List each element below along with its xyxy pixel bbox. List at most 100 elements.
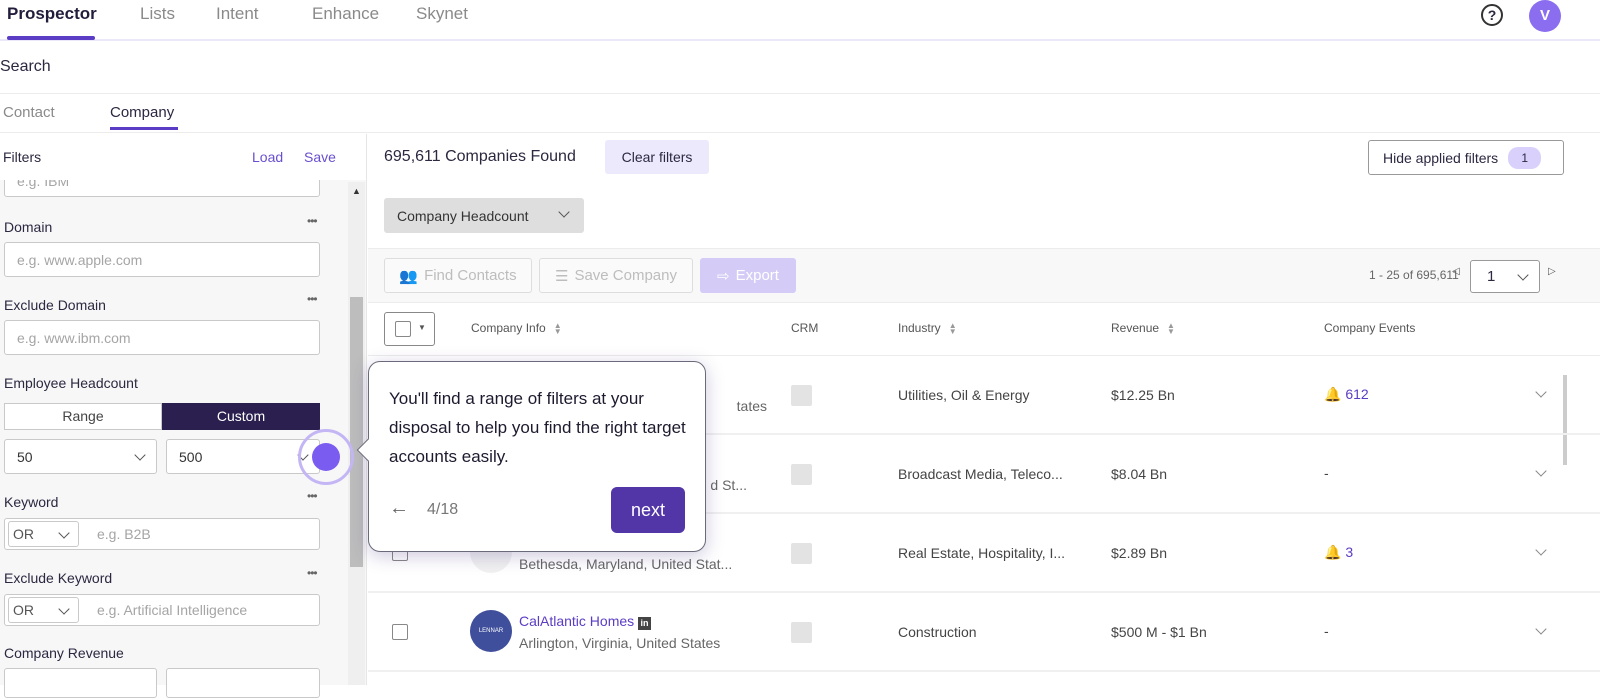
clear-filters-button[interactable]: Clear filters [605,140,709,174]
company-logo: LENNAR [470,610,512,652]
range-toggle[interactable]: Range [4,403,162,430]
domain-label: Domain [4,219,53,235]
prev-page-icon[interactable]: ◁ [1452,266,1460,277]
avatar[interactable]: V [1529,0,1561,32]
header-company-events: Company Events [1324,321,1416,335]
nav-tab-prospector[interactable]: Prospector [7,4,97,24]
revenue-cell: $8.04 Bn [1111,466,1168,482]
crm-status [791,543,812,564]
more-options-icon[interactable]: ••• [307,292,318,306]
tour-beacon[interactable] [312,443,340,471]
help-icon[interactable]: ? [1481,4,1503,26]
crm-status [791,385,812,406]
applied-count-badge: 1 [1508,146,1542,169]
save-company-button[interactable]: ☰ Save Company [539,258,693,293]
tour-next-button[interactable]: next [611,487,685,533]
scrollbar-thumb[interactable] [350,297,363,567]
sort-icon: ▲ ▼ [948,320,957,336]
company-events-cell: - [1324,623,1329,639]
headcount-label: Employee Headcount [4,375,138,391]
page-value: 1 [1487,268,1496,285]
exclude-domain-input[interactable]: e.g. www.ibm.com [4,320,320,355]
nav-tab-lists[interactable]: Lists [140,4,175,24]
revenue-cell: $2.89 Bn [1111,545,1168,561]
more-options-icon[interactable]: ••• [307,566,318,580]
keyword-operator-select[interactable]: OR [8,521,79,547]
select-all-dropdown[interactable]: ▼ [384,312,435,346]
chevron-down-icon [134,449,146,461]
subtab-underline [110,127,178,130]
company-events-cell[interactable]: 🔔 612 [1324,386,1369,403]
domain-input[interactable]: e.g. www.apple.com [4,242,320,277]
nav-tab-skynet[interactable]: Skynet [416,4,468,24]
revenue-cell: $500 M - $1 Bn [1111,624,1207,640]
tab-contact[interactable]: Contact [3,104,55,121]
hide-applied-filters-button[interactable]: Hide applied filters 1 [1368,140,1564,175]
sort-icon: ▲ ▼ [553,320,562,336]
custom-toggle[interactable]: Custom [162,403,320,430]
export-button[interactable]: ⇨ Export [700,258,796,293]
export-label: Export [735,267,779,284]
filters-title: Filters [3,149,42,165]
save-link[interactable]: Save [304,149,336,165]
header-industry[interactable]: Industry ▲ ▼ [898,321,957,335]
headcount-max-select[interactable]: 500 [166,439,320,474]
load-link[interactable]: Load [252,149,283,165]
exclude-keyword-operator-select[interactable]: OR [8,597,79,623]
keyword-label: Keyword [4,494,59,510]
header-company-info[interactable]: Company Info ▲ ▼ [471,321,562,335]
hide-filters-label: Hide applied filters [1383,149,1499,166]
scroll-up-icon[interactable]: ▲ [352,186,361,196]
company-name-input[interactable]: e.g. IBM [4,180,320,197]
tour-text: You'll find a range of filters at your d… [389,389,686,466]
nav-tab-enhance[interactable]: Enhance [312,4,379,24]
linkedin-icon: in [638,617,652,630]
revenue-min-select[interactable] [4,668,157,698]
header-crm: CRM [791,321,819,335]
sort-icon: ▲ ▼ [1167,320,1175,336]
expand-chevron-icon[interactable] [1535,623,1547,635]
revenue-cell: $12.25 Bn [1111,387,1175,403]
company-location: Bethesda, Maryland, United Stat... [519,556,733,572]
operator-value: OR [13,526,34,542]
industry-cell: Broadcast Media, Teleco... [898,466,1063,482]
active-tab-underline [7,36,95,40]
next-page-icon[interactable]: ▷ [1548,266,1556,277]
company-name-link[interactable]: CalAtlantic Homes in [519,613,652,630]
bell-alert-icon: 🔔 [1324,544,1342,560]
operator-value: OR [13,602,34,618]
industry-cell: Real Estate, Hospitality, I... [898,545,1066,561]
headcount-min-select[interactable]: 50 [4,439,157,474]
chevron-down-icon [58,603,70,615]
more-options-icon[interactable]: ••• [307,489,318,503]
industry-cell: Construction [898,624,977,640]
tab-company[interactable]: Company [110,104,174,121]
revenue-max-select[interactable] [166,668,320,698]
expand-chevron-icon[interactable] [1535,465,1547,477]
table-row[interactable]: LENNAR CalAtlantic Homes in Arlington, V… [368,593,1600,672]
company-headcount-chip[interactable]: Company Headcount [384,198,584,233]
more-options-icon[interactable]: ••• [307,214,318,228]
crm-status [791,464,812,485]
page-select[interactable]: 1 [1470,260,1540,293]
min-value: 50 [17,448,33,465]
back-arrow-icon[interactable]: ← [389,497,409,520]
find-contacts-button[interactable]: 👥 Find Contacts [384,258,532,293]
nav-tab-intent[interactable]: Intent [216,4,259,24]
chevron-down-icon [58,527,70,539]
industry-cell: Utilities, Oil & Energy [898,387,1030,403]
divider [0,93,1600,94]
list-icon: ☰ [554,267,569,285]
export-icon: ⇨ [717,267,730,285]
expand-chevron-icon[interactable] [1535,544,1547,556]
revenue-label: Company Revenue [4,645,124,661]
results-count: 695,611 Companies Found [384,148,576,165]
row-checkbox[interactable] [392,624,408,640]
header-revenue[interactable]: Revenue ▲ ▼ [1111,321,1175,335]
tour-step: 4/18 [427,501,459,518]
company-events-cell[interactable]: 🔔 3 [1324,544,1353,561]
exclude-keyword-label: Exclude Keyword [4,570,113,586]
expand-chevron-icon[interactable] [1535,386,1547,398]
users-icon: 👥 [399,267,419,285]
select-all-checkbox[interactable] [395,321,411,337]
